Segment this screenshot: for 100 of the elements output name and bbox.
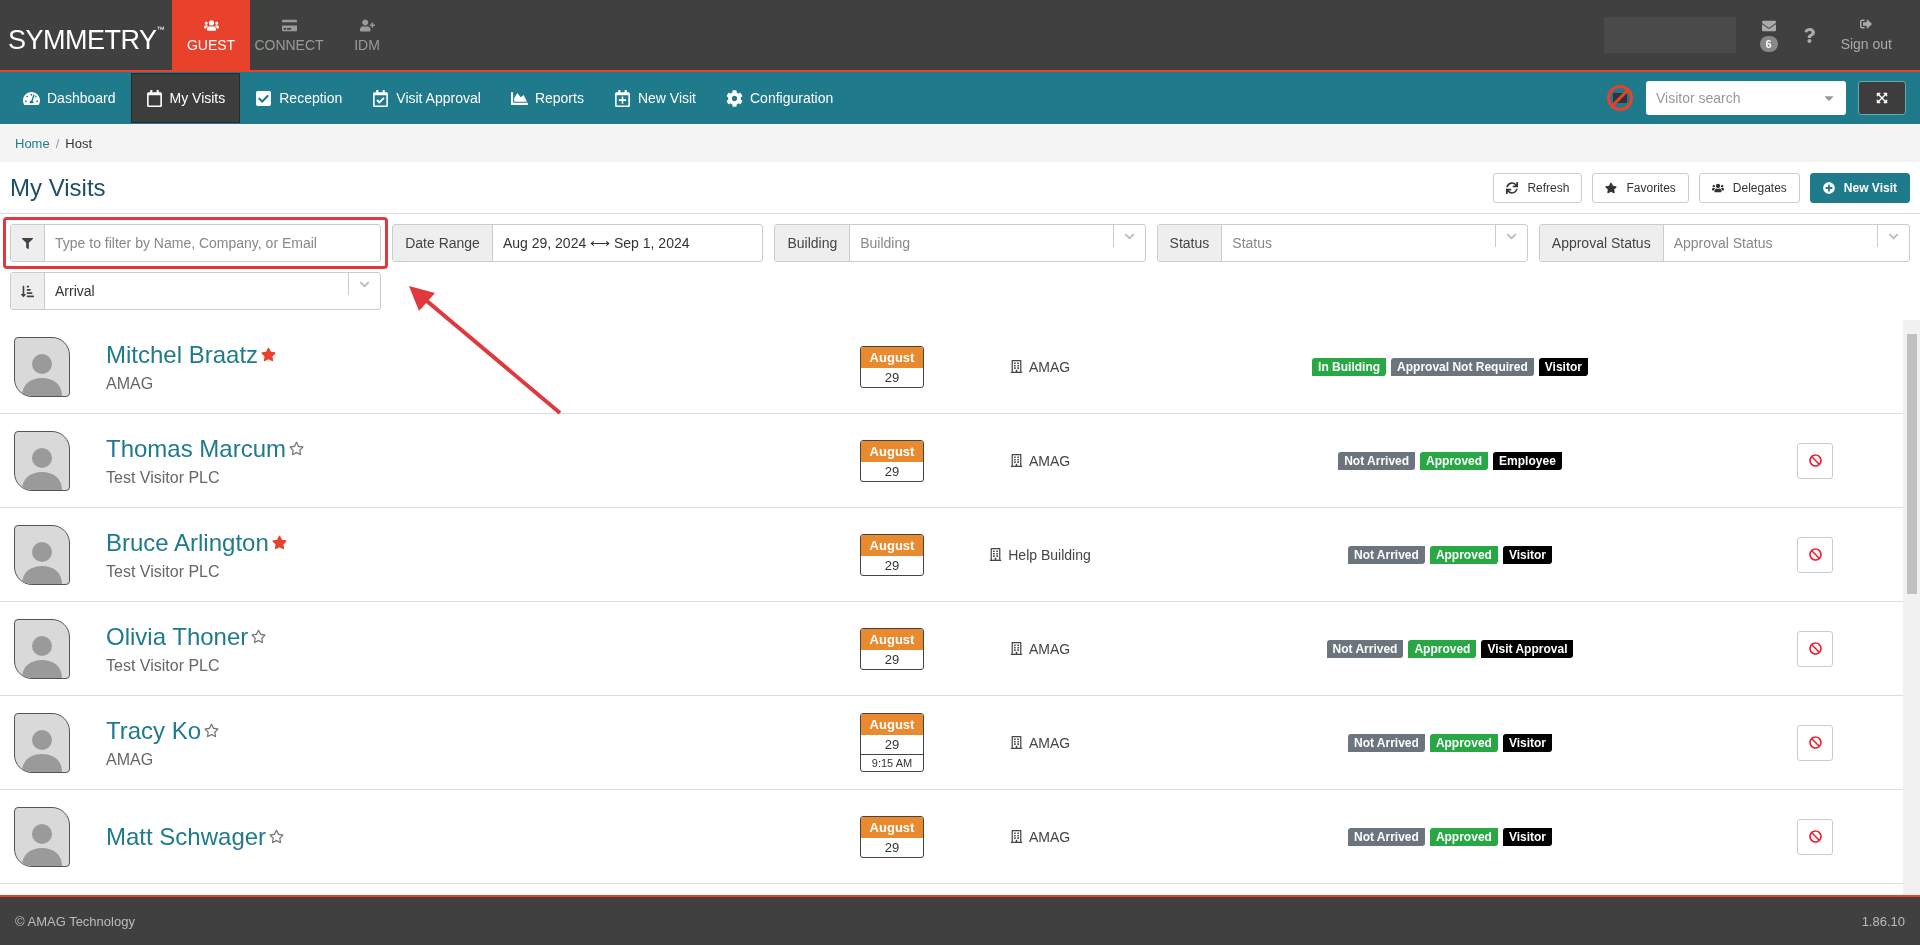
nav-tab[interactable]: My Visits — [130, 73, 241, 123]
symmetry-logo: SYMMETRY™ — [7, 24, 166, 57]
filter-field[interactable]: Type to filter by Name, Company, or Email — [10, 224, 382, 262]
star-outline-icon[interactable] — [204, 723, 220, 738]
breadcrumb-current: Host — [65, 135, 93, 151]
company-name: AMAG — [106, 374, 155, 393]
visitor-name-link[interactable]: Mitchel Braatz — [106, 340, 259, 369]
select-field[interactable]: Building Building — [774, 224, 1146, 262]
mail-icon[interactable] — [1761, 18, 1776, 33]
action-button[interactable]: Refresh — [1493, 172, 1583, 203]
nav-tab[interactable]: Reports — [495, 73, 599, 123]
cancel-button[interactable] — [1797, 630, 1833, 667]
visitor-name-link[interactable]: Thomas Marcum — [106, 434, 287, 463]
settings-icon — [726, 89, 743, 107]
gauge-icon — [23, 89, 40, 107]
building-name: AMAG — [1028, 452, 1071, 469]
sign-out-icon — [1860, 18, 1873, 30]
nav-tab[interactable]: Configuration — [711, 73, 849, 123]
status-tag: Approval Not Required — [1391, 357, 1534, 376]
product-tab[interactable]: GUEST — [172, 0, 250, 70]
status-tag: Not Arrived — [1347, 827, 1425, 846]
date-badge: August 29 — [860, 345, 924, 388]
nav-tab[interactable]: Dashboard — [8, 73, 131, 123]
status-tag: Not Arrived — [1347, 733, 1425, 752]
date-badge: August 29 — [860, 533, 924, 576]
area-chart-icon — [510, 89, 528, 107]
star-icon[interactable] — [261, 347, 277, 362]
building-icon — [1009, 830, 1023, 843]
nav-tab[interactable]: Reception — [240, 73, 358, 123]
card-icon — [281, 17, 297, 33]
copyright-text: © AMAG Technology — [15, 913, 135, 929]
scrollbar[interactable] — [1903, 320, 1920, 895]
visitor-name-link[interactable]: Bruce Arlington — [106, 528, 269, 557]
action-button[interactable]: Favorites — [1592, 172, 1689, 203]
star-outline-icon[interactable] — [251, 629, 267, 644]
plus-icon — [1822, 181, 1835, 194]
mail-count: 6 — [1759, 35, 1778, 52]
ban-icon — [1808, 830, 1822, 843]
status-tag: Approved — [1420, 451, 1489, 470]
visitor-search-field[interactable]: Visitor search — [1646, 81, 1846, 115]
status-tag: Visitor — [1538, 357, 1588, 376]
status-tag: Not Arrived — [1347, 545, 1425, 564]
action-button[interactable]: Delegates — [1698, 172, 1800, 203]
status-tag: Visitor — [1502, 827, 1552, 846]
visitor-name-link[interactable]: Matt Schwager — [106, 822, 267, 851]
status-tag: Approved — [1408, 639, 1477, 658]
star-icon[interactable] — [271, 535, 287, 550]
cancel-button[interactable] — [1797, 724, 1833, 761]
star-outline-icon[interactable] — [269, 829, 285, 844]
breadcrumb-link[interactable]: Home — [15, 135, 50, 151]
sort-icon — [21, 284, 34, 298]
star-outline-icon[interactable] — [289, 441, 305, 456]
refresh-icon — [1506, 181, 1519, 194]
sort-select[interactable]: Arrival — [10, 272, 381, 310]
star-icon — [1605, 181, 1618, 194]
cancel-button[interactable] — [1797, 818, 1833, 855]
visitor-name-link[interactable]: Olivia Thoner — [106, 622, 249, 651]
date-range-field[interactable]: Date Range Aug 29, 2024 ⟷ Sep 1, 2024 — [392, 224, 764, 262]
building-icon — [1009, 454, 1023, 467]
visitor-name-link[interactable]: Tracy Ko — [106, 716, 202, 745]
sign-out-link[interactable]: Sign out — [1840, 18, 1892, 52]
product-tab[interactable]: CONNECT — [250, 0, 328, 70]
action-button[interactable]: New Visit — [1809, 172, 1910, 203]
status-tag: Visitor — [1502, 545, 1552, 564]
status-tag: Approved — [1429, 827, 1498, 846]
building-icon — [1009, 736, 1023, 749]
building-name: AMAG — [1028, 358, 1071, 375]
company-name: Test Visitor PLC — [106, 656, 221, 675]
status-tag: Not Arrived — [1326, 639, 1404, 658]
users-icon — [203, 17, 219, 33]
no-card-icon — [1606, 84, 1634, 112]
version-text: 1.86.10 — [1861, 913, 1905, 929]
product-tab[interactable]: IDM — [328, 0, 406, 70]
calendar-check-icon — [372, 89, 390, 107]
ban-icon — [1808, 736, 1822, 749]
status-tag: Not Arrived — [1338, 451, 1416, 470]
expand-button[interactable] — [1858, 81, 1906, 115]
building-icon — [989, 548, 1003, 561]
building-name: AMAG — [1028, 828, 1071, 845]
user-plus-icon — [359, 17, 375, 33]
select-field[interactable]: Approval Status Approval Status — [1538, 224, 1910, 262]
date-badge: August 29 — [860, 815, 924, 858]
checkbox-icon — [255, 89, 273, 107]
expand-icon — [1876, 92, 1888, 104]
status-tag: Employee — [1493, 451, 1562, 470]
breadcrumb-separator: / — [55, 135, 60, 151]
nav-tab[interactable]: New Visit — [598, 73, 711, 123]
nav-tab[interactable]: Visit Approval — [357, 73, 496, 123]
cancel-button[interactable] — [1797, 442, 1833, 479]
ban-icon — [1808, 548, 1822, 561]
ban-icon — [1808, 454, 1822, 467]
status-tag: Approved — [1429, 545, 1498, 564]
building-name: AMAG — [1028, 640, 1071, 657]
page-title: My Visits — [10, 173, 106, 202]
select-field[interactable]: Status Status — [1156, 224, 1528, 262]
date-badge: August 29 — [860, 627, 924, 670]
calendar-icon — [145, 89, 163, 107]
cancel-button[interactable] — [1797, 536, 1833, 573]
status-tag: Visitor — [1502, 733, 1552, 752]
ban-icon — [1808, 642, 1822, 655]
